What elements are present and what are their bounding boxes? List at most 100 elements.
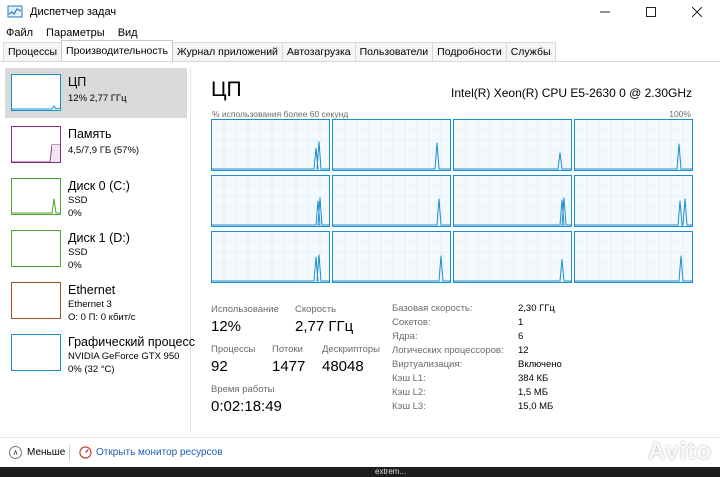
- close-button[interactable]: [674, 0, 720, 24]
- tab-performance[interactable]: Производительность: [61, 40, 173, 61]
- disk0-thumbnail: [11, 178, 61, 215]
- avito-watermark: Avito: [648, 438, 712, 466]
- sidebar-item-usage: 0%: [68, 260, 82, 271]
- core-graph-canvas: [212, 232, 329, 282]
- cpu-core-graph: [332, 119, 451, 171]
- spec-key: Базовая скорость:: [392, 303, 473, 314]
- cpu-core-graph: [453, 119, 572, 171]
- spec-key: Виртуализация:: [392, 359, 463, 370]
- cpu-core-graphs: [211, 119, 693, 283]
- core-usage-line: [575, 143, 692, 170]
- speed-value: 2,77 ГГц: [295, 318, 354, 335]
- spec-key: Логических процессоров:: [392, 345, 504, 356]
- core-graph-canvas: [454, 120, 571, 170]
- spec-value: 15,0 МБ: [518, 401, 554, 412]
- spec-key: Кэш L3:: [392, 401, 426, 412]
- uptime-value: 0:02:18:49: [211, 398, 282, 415]
- core-usage-line: [333, 198, 450, 226]
- tab-bar: Процессы Производительность Журнал прило…: [0, 40, 720, 62]
- cpu-core-graph: [211, 119, 330, 171]
- open-resource-monitor-link[interactable]: Открыть монитор ресурсов: [79, 446, 223, 459]
- spec-value: 1: [518, 317, 524, 328]
- handles-label: Дескрипторы: [322, 344, 380, 355]
- core-usage-line: [333, 255, 450, 282]
- tab-app-history[interactable]: Журнал приложений: [171, 42, 283, 61]
- tab-users[interactable]: Пользователи: [354, 42, 434, 61]
- processes-value: 92: [211, 358, 228, 375]
- sidebar-item-name: Память: [68, 127, 112, 141]
- core-usage-line: [575, 198, 692, 226]
- spec-value: 1,5 МБ: [518, 387, 548, 398]
- footer-divider: [69, 445, 70, 461]
- sidebar-item-memory[interactable]: Память 4,5/7,9 ГБ (57%): [5, 120, 187, 170]
- uptime-label: Время работы: [211, 384, 275, 395]
- sidebar-item-type: SSD: [68, 195, 88, 206]
- cpu-core-graph: [332, 231, 451, 283]
- core-graph-canvas: [454, 176, 571, 226]
- minimize-icon: [600, 11, 610, 13]
- sidebar-item-name: Ethernet: [68, 283, 116, 297]
- sidebar-item-ethernet[interactable]: Ethernet Ethernet 3 О: 0 П: 0 кбит/с: [5, 276, 187, 326]
- spec-value: 384 КБ: [518, 373, 549, 384]
- menu-file[interactable]: Файл: [6, 27, 33, 39]
- spec-value: Включено: [518, 359, 562, 370]
- sidebar-item-adapter: NVIDIA GeForce GTX 950: [68, 351, 180, 362]
- sidebar-item-name: Графический процесс: [68, 335, 196, 349]
- minimize-button[interactable]: [582, 0, 628, 24]
- sidebar-item-name: Диск 0 (C:): [68, 179, 130, 193]
- cpu-core-graph: [574, 119, 693, 171]
- sidebar-item-adapter: Ethernet 3: [68, 299, 112, 310]
- threads-value: 1477: [272, 358, 306, 375]
- core-usage-line: [575, 255, 692, 282]
- sidebar-item-detail: 4,5/7,9 ГБ (57%): [68, 145, 140, 156]
- graph-max-label: 100%: [669, 109, 691, 119]
- tab-services[interactable]: Службы: [505, 42, 556, 61]
- cpu-core-graph: [332, 175, 451, 227]
- core-usage-line: [454, 197, 571, 226]
- cpu-panel: ЦП Intel(R) Xeon(R) CPU E5-2630 0 @ 2.30…: [191, 67, 720, 437]
- core-graph-canvas: [212, 176, 329, 226]
- core-usage-line: [454, 152, 571, 170]
- memory-thumbnail: [11, 126, 61, 163]
- core-usage-line: [333, 142, 450, 170]
- core-graph-canvas: [212, 120, 329, 170]
- usage-label: Использование: [211, 304, 279, 315]
- maximize-icon: [646, 7, 656, 17]
- sidebar-item-cpu[interactable]: ЦП 12% 2,77 ГГц: [5, 68, 187, 118]
- sidebar-item-throughput: О: 0 П: 0 кбит/с: [68, 312, 136, 323]
- tab-startup[interactable]: Автозагрузка: [281, 42, 356, 61]
- bottom-strip: [0, 467, 720, 477]
- handles-value: 48048: [322, 358, 364, 375]
- sidebar-item-detail: 12% 2,77 ГГц: [68, 93, 127, 104]
- sidebar-item-type: SSD: [68, 247, 88, 258]
- gpu-thumbnail: [11, 334, 61, 371]
- cpu-model: Intel(R) Xeon(R) CPU E5-2630 0 @ 2.30GHz: [451, 86, 692, 100]
- core-graph-canvas: [575, 232, 692, 282]
- core-usage-line: [212, 141, 329, 170]
- page-title: ЦП: [211, 78, 242, 101]
- core-graph-canvas: [575, 120, 692, 170]
- tab-processes[interactable]: Процессы: [3, 42, 63, 61]
- menu-options[interactable]: Параметры: [46, 27, 105, 39]
- maximize-button[interactable]: [628, 0, 674, 24]
- title-bar: Диспетчер задач: [0, 0, 720, 24]
- core-graph-canvas: [333, 176, 450, 226]
- tab-details[interactable]: Подробности: [432, 42, 507, 61]
- processes-label: Процессы: [211, 344, 256, 355]
- spec-value: 2,30 ГГц: [518, 303, 555, 314]
- sidebar-item-disk1[interactable]: Диск 1 (D:) SSD 0%: [5, 224, 187, 274]
- sidebar-item-disk0[interactable]: Диск 0 (C:) SSD 0%: [5, 172, 187, 222]
- watermark-text: Avito: [647, 438, 712, 465]
- graph-label: % использования более 60 секунд: [212, 109, 349, 119]
- cpu-core-graph: [453, 231, 572, 283]
- fewer-details-button[interactable]: ∧ Меньше: [9, 446, 65, 459]
- spec-key: Кэш L1:: [392, 373, 426, 384]
- ethernet-thumbnail: [11, 282, 61, 319]
- core-graph-canvas: [575, 176, 692, 226]
- speed-label: Скорость: [295, 304, 337, 315]
- sidebar-item-usage: 0%: [68, 208, 82, 219]
- spec-value: 6: [518, 331, 524, 342]
- menu-view[interactable]: Вид: [118, 27, 138, 39]
- sidebar-item-gpu[interactable]: Графический процесс NVIDIA GeForce GTX 9…: [5, 328, 195, 378]
- sidebar-item-name: Диск 1 (D:): [68, 231, 130, 245]
